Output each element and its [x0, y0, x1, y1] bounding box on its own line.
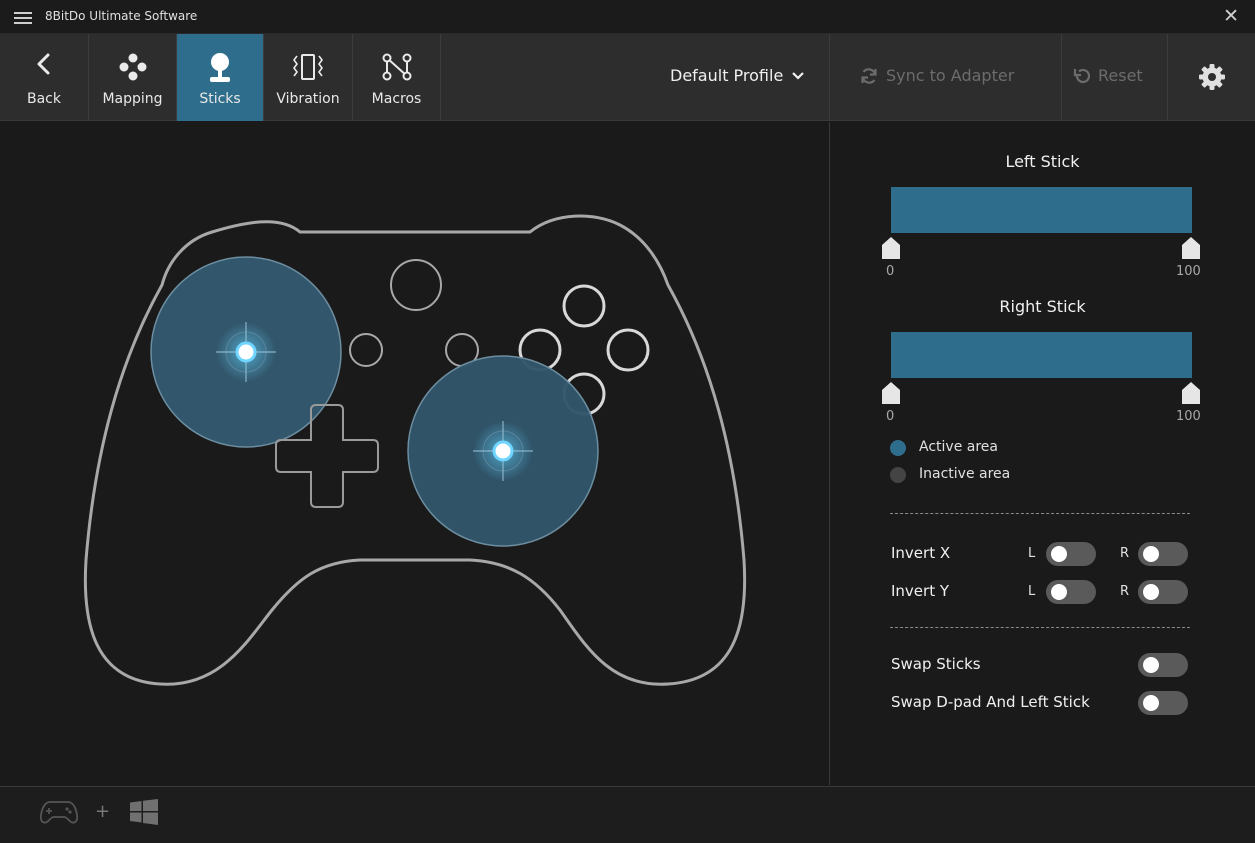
plus-sign: + — [95, 801, 111, 822]
toggle-knob — [1143, 695, 1159, 711]
swap-sticks-toggle[interactable] — [1138, 653, 1188, 677]
select-button — [349, 333, 383, 367]
tab-sticks[interactable]: Sticks — [177, 34, 264, 121]
close-window-button[interactable]: ✕ — [1223, 5, 1239, 27]
toggle-knob — [1143, 584, 1159, 600]
left-stick-range-bar — [891, 187, 1192, 233]
app-title: 8BitDo Ultimate Software — [45, 9, 198, 23]
home-button — [390, 259, 442, 311]
active-area-label: Active area — [919, 439, 998, 455]
stick-settings-panel: Left Stick 0 100 Right Stick 0 100 Activ… — [830, 122, 1255, 785]
reset-button[interactable]: Reset — [1073, 66, 1143, 85]
right-stick-dot[interactable] — [492, 440, 514, 462]
profile-label: Default Profile — [670, 66, 784, 85]
invert-x-r-label: R — [1120, 546, 1130, 561]
joystick-icon — [210, 53, 230, 82]
profile-dropdown[interactable]: Default Profile — [670, 66, 805, 85]
left-stick-min-label: 0 — [886, 264, 895, 279]
inactive-area-swatch — [890, 467, 906, 483]
invert-y-left-toggle[interactable] — [1046, 580, 1096, 604]
left-stick-max-handle[interactable] — [1182, 237, 1200, 259]
invert-x-right-toggle[interactable] — [1138, 542, 1188, 566]
inactive-area-label: Inactive area — [919, 466, 1011, 482]
right-stick-min-handle[interactable] — [882, 382, 900, 404]
tab-vibration[interactable]: Vibration — [264, 34, 353, 121]
undo-icon — [1073, 68, 1091, 83]
tab-back-label: Back — [27, 91, 61, 107]
active-area-swatch — [890, 440, 906, 456]
tab-back[interactable]: Back — [0, 34, 89, 121]
tab-vibration-label: Vibration — [276, 91, 340, 107]
toggle-knob — [1143, 657, 1159, 673]
swap-dpad-toggle[interactable] — [1138, 691, 1188, 715]
right-stick-max-handle[interactable] — [1182, 382, 1200, 404]
invert-x-label: Invert X — [891, 544, 951, 562]
back-arrow-icon — [37, 53, 50, 75]
toolbar-divider — [829, 34, 830, 121]
left-stick-title: Left Stick — [1005, 152, 1080, 171]
right-stick-min-label: 0 — [886, 409, 895, 424]
controller-icon — [40, 801, 78, 824]
swap-sticks-label: Swap Sticks — [891, 655, 981, 673]
hamburger-menu-icon[interactable] — [14, 9, 32, 25]
status-footer: + — [0, 786, 1255, 843]
sync-to-adapter-button[interactable]: Sync to Adapter — [860, 66, 1014, 85]
section-divider — [890, 513, 1190, 514]
toggle-knob — [1051, 546, 1067, 562]
face-button-right — [606, 328, 650, 372]
controller-canvas — [0, 122, 829, 785]
settings-gear-icon[interactable] — [1198, 63, 1226, 91]
face-button-top — [562, 284, 606, 328]
left-stick-max-label: 100 — [1176, 264, 1201, 279]
swap-dpad-label: Swap D-pad And Left Stick — [891, 693, 1090, 711]
tab-sticks-label: Sticks — [199, 91, 241, 107]
invert-y-right-toggle[interactable] — [1138, 580, 1188, 604]
toolbar-divider — [1061, 34, 1062, 121]
tab-macros-label: Macros — [371, 91, 422, 107]
tab-mapping-label: Mapping — [102, 91, 163, 107]
controller-diagram — [83, 214, 747, 686]
right-stick-title: Right Stick — [999, 297, 1086, 316]
section-divider — [890, 627, 1190, 628]
vibration-icon — [293, 54, 323, 80]
left-stick-min-handle[interactable] — [882, 237, 900, 259]
invert-x-l-label: L — [1028, 546, 1036, 561]
toolbar-divider — [1167, 34, 1168, 121]
toggle-knob — [1143, 546, 1159, 562]
right-stick-max-label: 100 — [1176, 409, 1201, 424]
toggle-knob — [1051, 584, 1067, 600]
windows-icon — [130, 799, 158, 825]
reset-label: Reset — [1098, 66, 1143, 85]
sync-label: Sync to Adapter — [886, 66, 1015, 85]
tab-macros[interactable]: Macros — [353, 34, 441, 121]
right-stick-range-bar — [891, 332, 1192, 378]
buttons-cluster-icon — [119, 53, 146, 81]
invert-y-label: Invert Y — [891, 582, 950, 600]
tab-mapping[interactable]: Mapping — [89, 34, 177, 121]
left-stick-dot[interactable] — [235, 341, 257, 363]
invert-y-l-label: L — [1028, 584, 1036, 599]
toolbar: Back Mapping Sticks Vibration Macros Def… — [0, 34, 1255, 121]
title-bar: 8BitDo Ultimate Software ✕ — [0, 0, 1255, 34]
invert-y-r-label: R — [1120, 584, 1130, 599]
macro-nodes-icon — [382, 53, 411, 81]
sync-icon — [861, 67, 877, 84]
invert-x-left-toggle[interactable] — [1046, 542, 1096, 566]
chevron-down-icon — [792, 71, 805, 80]
